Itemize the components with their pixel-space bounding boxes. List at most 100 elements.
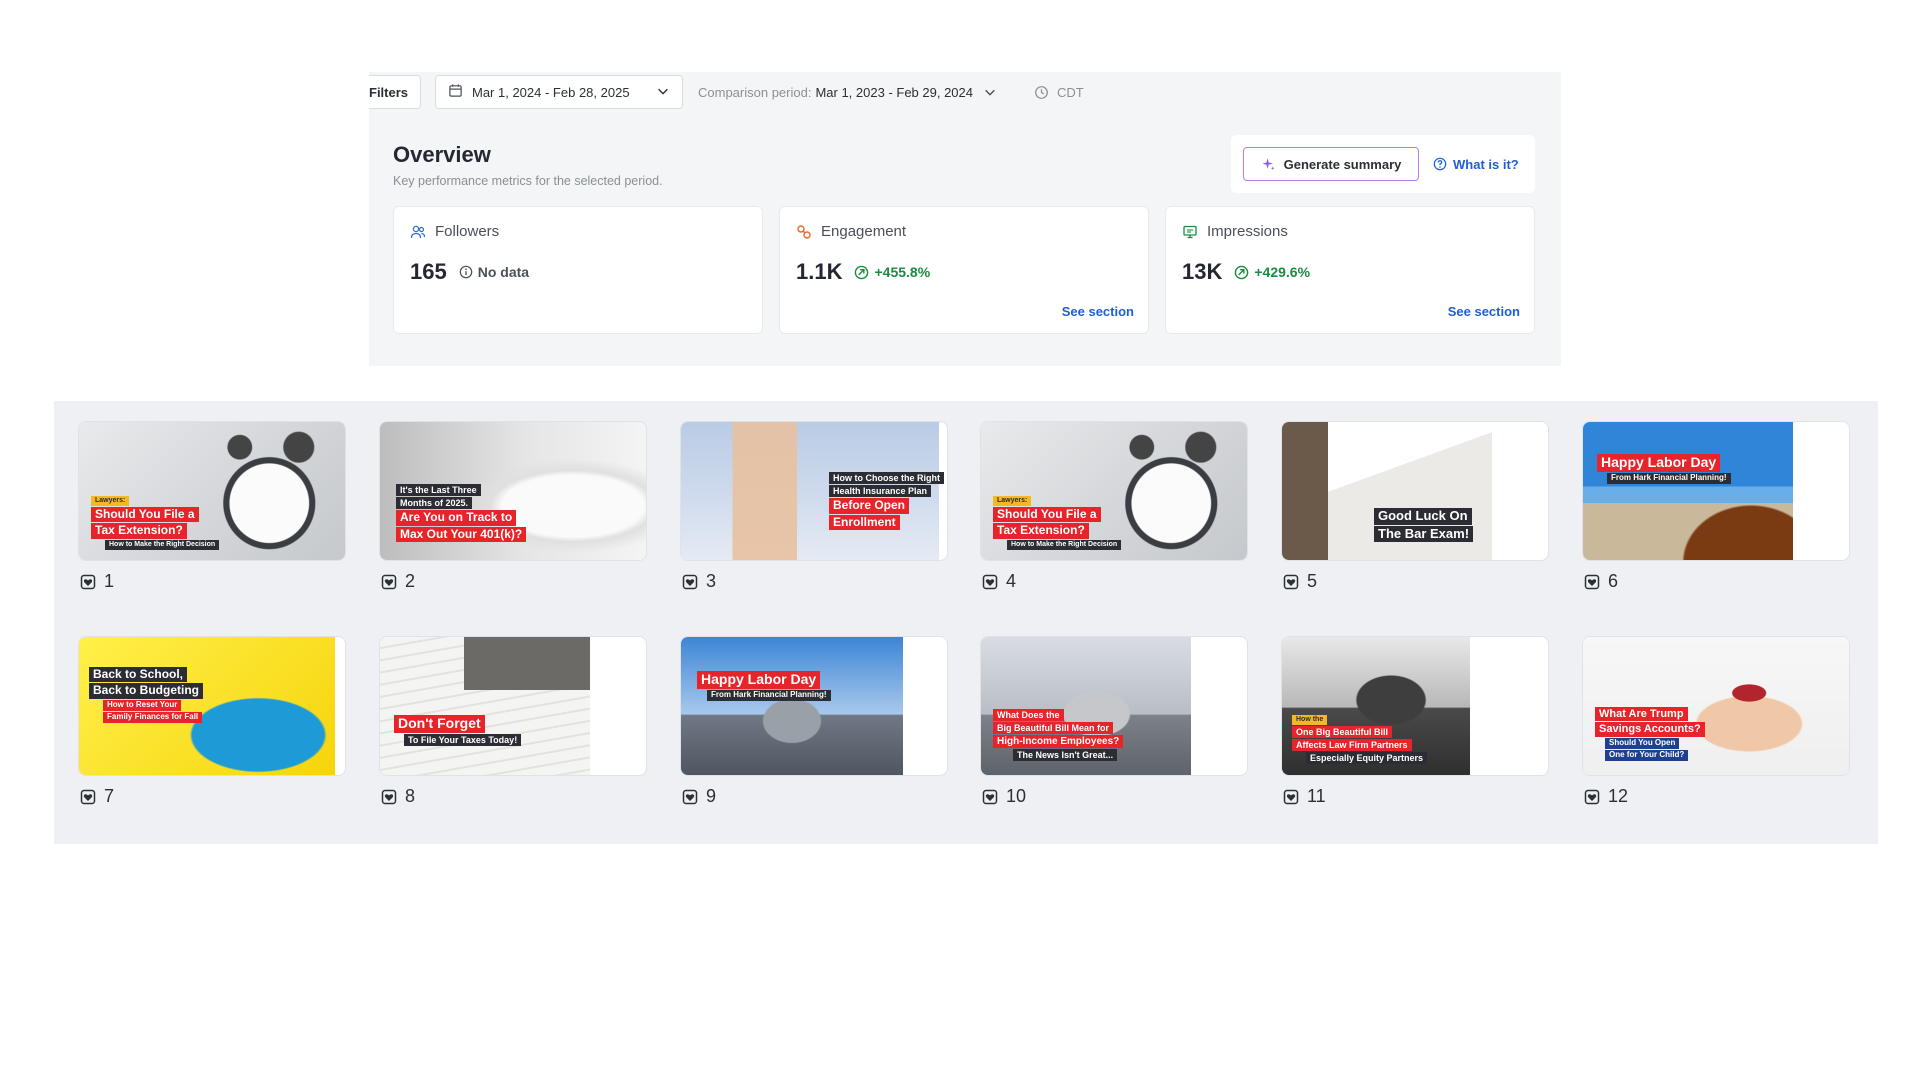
post-engagement: 11 <box>1281 786 1549 807</box>
followers-card: Followers 165 No data <box>393 206 763 334</box>
users-icon <box>410 224 426 240</box>
post-tile[interactable]: Happy Labor Day From Hark Financial Plan… <box>680 636 948 807</box>
post-engagement: 1 <box>78 571 346 592</box>
post-image <box>380 637 590 775</box>
date-range-picker[interactable]: Mar 1, 2024 - Feb 28, 2025 <box>435 75 683 109</box>
chevron-down-icon <box>983 85 997 99</box>
post-engagement: 5 <box>1281 571 1549 592</box>
post-engagement-count: 11 <box>1307 786 1326 806</box>
analytics-panel: Filters Mar 1, 2024 - Feb 28, 2025 Compa… <box>369 72 1561 366</box>
heart-box-icon <box>1283 574 1299 590</box>
trend-up-icon <box>854 265 869 280</box>
post-thumbnail[interactable]: Back to School, Back to Budgeting How to… <box>78 636 346 776</box>
post-thumbnail[interactable]: What Does the Big Beautiful Bill Mean fo… <box>980 636 1248 776</box>
engagement-delta: +455.8% <box>854 264 930 280</box>
heart-box-icon <box>1584 574 1600 590</box>
post-engagement: 7 <box>78 786 346 807</box>
engagement-delta-text: +455.8% <box>874 264 931 280</box>
post-tile[interactable]: It's the Last Three Months of 2025. Are … <box>379 421 647 592</box>
post-engagement-count: 10 <box>1006 786 1027 806</box>
followers-label: Followers <box>435 223 500 240</box>
post-tile[interactable]: How the One Big Beautiful Bill Affects L… <box>1281 636 1549 807</box>
post-thumbnail[interactable]: How to Choose the Right Health Insurance… <box>680 421 948 561</box>
post-engagement: 12 <box>1582 786 1850 807</box>
post-caption: How the One Big Beautiful Bill Affects L… <box>1292 715 1428 765</box>
post-tile[interactable]: How to Choose the Right Health Insurance… <box>680 421 948 592</box>
followers-card-header: Followers <box>410 223 499 240</box>
post-caption: What Are Trump Savings Accounts? Should … <box>1595 707 1705 761</box>
what-is-it-link[interactable]: What is it? <box>1433 157 1519 172</box>
post-thumbnail[interactable]: How the One Big Beautiful Bill Affects L… <box>1281 636 1549 776</box>
post-thumbnail[interactable]: Good Luck On The Bar Exam! <box>1281 421 1549 561</box>
post-caption: Happy Labor Day From Hark Financial Plan… <box>1597 454 1731 484</box>
impressions-card: Impressions 13K +429.6% See section <box>1165 206 1535 334</box>
post-thumbnail[interactable]: What Are Trump Savings Accounts? Should … <box>1582 636 1850 776</box>
post-tile[interactable]: What Does the Big Beautiful Bill Mean fo… <box>980 636 1248 807</box>
monitor-icon <box>1182 224 1198 240</box>
post-image <box>1583 422 1793 560</box>
followers-status-text: No data <box>477 264 530 280</box>
post-engagement-count: 4 <box>1006 571 1017 591</box>
what-is-it-label: What is it? <box>1453 156 1519 172</box>
post-tile[interactable]: Good Luck On The Bar Exam! 5 <box>1281 421 1549 592</box>
post-caption: Lawyers: Should You File a Tax Extension… <box>91 496 220 550</box>
post-engagement-count: 6 <box>1608 571 1619 591</box>
post-tile[interactable]: What Are Trump Savings Accounts? Should … <box>1582 636 1850 807</box>
post-engagement: 2 <box>379 571 647 592</box>
impressions-delta: +429.6% <box>1234 264 1310 280</box>
impressions-card-header: Impressions <box>1182 223 1288 240</box>
generate-summary-button[interactable]: Generate summary <box>1243 147 1419 181</box>
post-thumbnail[interactable]: It's the Last Three Months of 2025. Are … <box>379 421 647 561</box>
engagement-see-section-link[interactable]: See section <box>1062 304 1134 319</box>
date-range-value: Mar 1, 2024 - Feb 28, 2025 <box>472 84 630 100</box>
post-image <box>681 637 903 775</box>
comparison-range-value: Mar 1, 2023 - Feb 29, 2024 <box>815 84 973 100</box>
impressions-value: 13K <box>1182 259 1223 284</box>
post-engagement: 8 <box>379 786 647 807</box>
post-tile[interactable]: Lawyers: Should You File a Tax Extension… <box>980 421 1248 592</box>
post-engagement-count: 8 <box>405 786 416 806</box>
heart-box-icon <box>682 789 698 805</box>
trend-up-icon <box>1234 265 1249 280</box>
post-engagement-count: 3 <box>706 571 717 591</box>
filter-toolbar: Filters Mar 1, 2024 - Feb 28, 2025 Compa… <box>369 72 1561 116</box>
post-thumbnail[interactable]: Don't Forget To File Your Taxes Today! <box>379 636 647 776</box>
sparkle-icon <box>1261 157 1276 172</box>
heart-box-icon <box>381 574 397 590</box>
heart-box-icon <box>80 789 96 805</box>
overview-actions: Generate summary What is it? <box>1231 135 1535 193</box>
post-tile[interactable]: Lawyers: Should You File a Tax Extension… <box>78 421 346 592</box>
post-thumbnail[interactable]: Happy Labor Day From Hark Financial Plan… <box>1582 421 1850 561</box>
clock-icon <box>1034 85 1049 100</box>
post-tile[interactable]: Happy Labor Day From Hark Financial Plan… <box>1582 421 1850 592</box>
post-thumbnail[interactable]: Lawyers: Should You File a Tax Extension… <box>78 421 346 561</box>
engagement-card-header: Engagement <box>796 223 906 240</box>
impressions-value-row: 13K +429.6% <box>1182 259 1310 285</box>
timezone-indicator[interactable]: CDT <box>1034 75 1084 109</box>
post-tile[interactable]: Back to School, Back to Budgeting How to… <box>78 636 346 807</box>
post-caption: Lawyers: Should You File a Tax Extension… <box>993 496 1122 550</box>
comparison-period-picker[interactable]: Comparison period: Mar 1, 2023 - Feb 29,… <box>698 75 997 109</box>
post-tile[interactable]: Don't Forget To File Your Taxes Today! 8 <box>379 636 647 807</box>
filters-button[interactable]: Filters <box>369 75 421 109</box>
post-engagement-count: 5 <box>1307 571 1318 591</box>
post-thumbnail[interactable]: Lawyers: Should You File a Tax Extension… <box>980 421 1248 561</box>
heart-box-icon <box>682 574 698 590</box>
followers-value-row: 165 No data <box>410 259 529 285</box>
calendar-icon <box>448 83 463 101</box>
chevron-down-icon <box>656 84 670 101</box>
followers-value: 165 <box>410 259 447 284</box>
post-caption: It's the Last Three Months of 2025. Are … <box>396 484 527 543</box>
post-thumbnail[interactable]: Happy Labor Day From Hark Financial Plan… <box>680 636 948 776</box>
post-engagement-count: 9 <box>706 786 717 806</box>
impressions-see-section-link[interactable]: See section <box>1448 304 1520 319</box>
engagement-value: 1.1K <box>796 259 843 284</box>
post-engagement-count: 1 <box>104 571 115 591</box>
post-caption: Back to School, Back to Budgeting How to… <box>89 667 204 723</box>
heart-box-icon <box>80 574 96 590</box>
post-engagement: 10 <box>980 786 1248 807</box>
comparison-label: Comparison period: <box>698 84 812 100</box>
impressions-delta-text: +429.6% <box>1254 264 1311 280</box>
generate-summary-label: Generate summary <box>1283 156 1402 172</box>
heart-box-icon <box>982 789 998 805</box>
